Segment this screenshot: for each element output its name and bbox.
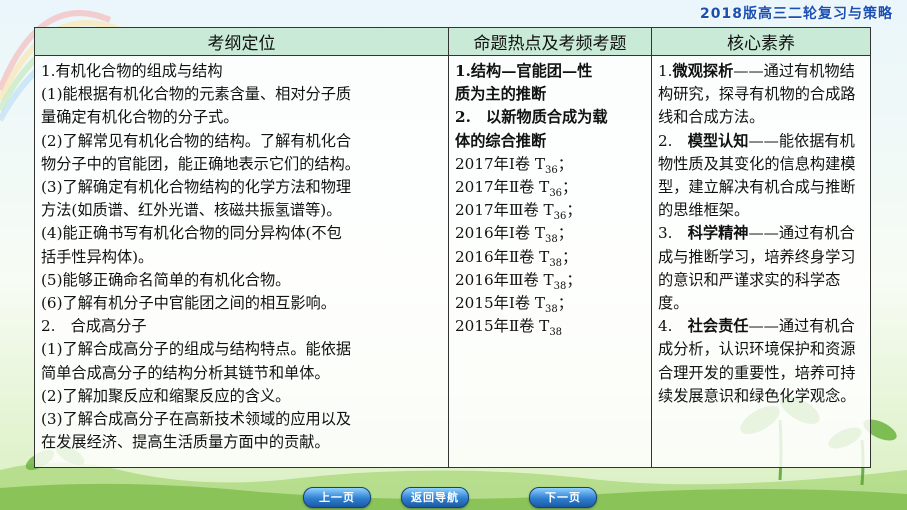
exam-separator: ； (562, 178, 578, 197)
exam-separator: ； (557, 294, 573, 313)
exam-question-number: 38 (544, 304, 558, 316)
exam-question-number: 38 (549, 257, 563, 269)
exam-label: 2016年Ⅱ卷 T (455, 247, 550, 266)
hotspot-line: 1.结构—官能团—性 (455, 62, 593, 80)
next-page-button[interactable]: 下一页 (529, 487, 597, 508)
exam-question-number: 38 (549, 327, 563, 339)
prev-page-button[interactable]: 上一页 (303, 487, 371, 508)
exam-question-number: 38 (553, 280, 567, 292)
exam-label: 2017年Ⅲ卷 T (455, 201, 554, 220)
outline-line: 简单合成高分子的结构分析其链节和单体。 (41, 363, 330, 382)
exam-reference: 2016年Ⅲ卷 T38； (455, 269, 645, 292)
outline-line: 1.有机化合物的组成与结构 (41, 62, 223, 80)
hotspot-line: 2. 以新物质合成为载 (455, 108, 608, 127)
content-table: 考纲定位 命题热点及考频考题 核心素养 1.有机化合物的组成与结构 (1)能根据有… (34, 27, 871, 468)
exam-separator: ； (566, 270, 582, 289)
outline-line: (5)能够正确命名简单的有机化合物。 (41, 270, 291, 289)
outline-line: 量确定有机化合物的分子式。 (41, 108, 239, 127)
exam-question-number: 36 (553, 211, 567, 223)
literacy-number: 3. (658, 224, 688, 243)
exam-question-number: 36 (544, 164, 558, 176)
exam-reference: 2016年Ⅱ卷 T38； (455, 246, 645, 269)
outline-line: (3)了解合成高分子在高新技术领域的应用以及 (41, 410, 352, 429)
outline-cell: 1.有机化合物的组成与结构 (1)能根据有机化合物的元素含量、相对分子质 量确定有机… (34, 55, 449, 468)
exam-question-number: 36 (549, 188, 563, 200)
exam-label: 2017年Ⅰ卷 T (455, 154, 545, 173)
exam-question-number: 38 (544, 234, 558, 246)
header-hotspots: 命题热点及考频考题 (448, 27, 652, 56)
exam-label: 2016年Ⅰ卷 T (455, 224, 545, 243)
outline-line: 物分子中的官能团，能正确地表示它们的结构。 (41, 154, 360, 173)
outline-line: (1)了解合成高分子的组成与结构特点。能依据 (41, 340, 352, 359)
exam-reference: 2017年Ⅰ卷 T36； (455, 153, 645, 176)
outline-line: 括手性异构体)。 (41, 247, 154, 266)
exam-separator: ； (566, 201, 582, 220)
exam-reference: 2015年Ⅱ卷 T38 (455, 315, 645, 338)
exam-separator: ； (557, 154, 573, 173)
outline-line: (2)了解常见有机化合物的结构。了解有机化合 (41, 131, 352, 150)
literacy-item: 2. 模型认知——能依据有机物性质及其变化的信息构建模型，建立解决有机合成与推断… (658, 130, 864, 223)
literacy-keyword: 微观探析 (672, 62, 734, 80)
back-to-nav-button[interactable]: 返回导航 (401, 487, 469, 508)
literacy-number: 1. (658, 62, 673, 80)
header-core-literacy: 核心素养 (651, 27, 871, 56)
exam-label: 2017年Ⅱ卷 T (455, 178, 550, 197)
exam-reference: 2016年Ⅰ卷 T38； (455, 222, 645, 245)
outline-line: (1)能根据有机化合物的元素含量、相对分子质 (41, 85, 352, 104)
exam-reference: 2017年Ⅱ卷 T36； (455, 176, 645, 199)
literacy-item: 3. 科学精神——通过有机合成与推断学习，培养终身学习的意识和严谨求实的科学态度… (658, 222, 864, 315)
page-title: 2018版高三二轮复习与策略 (700, 6, 893, 22)
outline-line: 方法(如质谱、红外光谱、核磁共振氢谱等)。 (41, 201, 342, 220)
hotspot-line: 体的综合推断 (455, 131, 547, 150)
outline-line: (2)了解加聚反应和缩聚反应的含义。 (41, 386, 291, 405)
hotspots-cell: 1.结构—官能团—性 质为主的推断 2. 以新物质合成为载 体的综合推断 2017年Ⅰ卷… (448, 55, 652, 468)
literacy-keyword: 模型认知 (687, 131, 749, 150)
outline-line: 2. 合成高分子 (41, 317, 147, 336)
literacy-number: 4. (658, 317, 688, 336)
exam-separator: ； (557, 224, 573, 243)
exam-reference: 2017年Ⅲ卷 T36； (455, 199, 645, 222)
literacy-number: 2. (658, 131, 688, 150)
core-literacy-cell: 1.微观探析——通过有机物结构研究，探寻有机物的合成路线和合成方法。 2. 模型认… (651, 55, 871, 468)
literacy-item: 1.微观探析——通过有机物结构研究，探寻有机物的合成路线和合成方法。 (658, 60, 864, 130)
exam-reference: 2015年Ⅰ卷 T38； (455, 292, 645, 315)
exam-label: 2015年Ⅱ卷 T (455, 317, 550, 336)
exam-label: 2016年Ⅲ卷 T (455, 270, 554, 289)
literacy-keyword: 社会责任 (687, 317, 749, 336)
outline-line: (6)了解有机分子中官能团之间的相互影响。 (41, 294, 336, 313)
outline-line: (3)了解确定有机化合物结构的化学方法和物理 (41, 178, 352, 197)
hotspot-line: 质为主的推断 (455, 85, 547, 104)
outline-line: (4)能正确书写有机化合物的同分异构体(不包 (41, 224, 342, 243)
outline-line: 在发展经济、提高生活质量方面中的贡献。 (41, 433, 330, 452)
literacy-keyword: 科学精神 (687, 224, 749, 243)
header-outline: 考纲定位 (34, 27, 449, 56)
literacy-item: 4. 社会责任——通过有机合成分析，认识环境保护和资源合理开发的重要性，培养可持… (658, 315, 864, 408)
exam-label: 2015年Ⅰ卷 T (455, 294, 545, 313)
exam-separator: ； (562, 247, 578, 266)
